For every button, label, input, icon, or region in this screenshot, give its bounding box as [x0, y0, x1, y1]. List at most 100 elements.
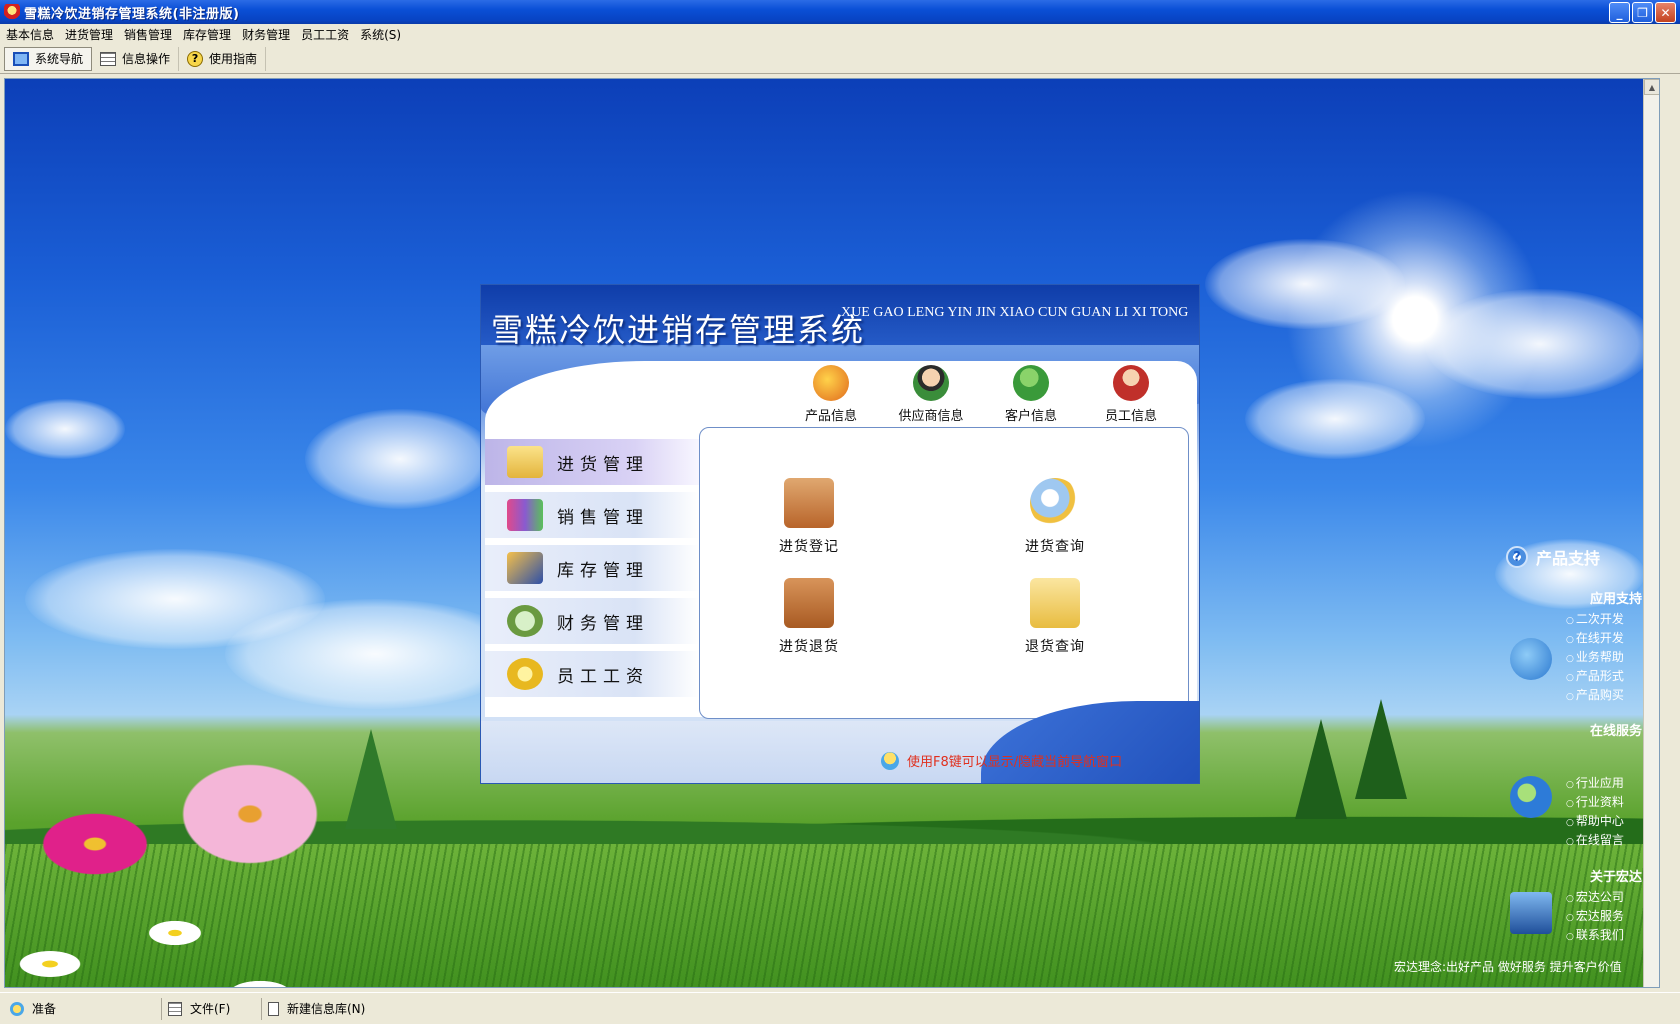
- cloud-decoration: [305, 409, 495, 509]
- flower-decoration: [15, 949, 85, 979]
- customer-info-icon: [1013, 365, 1049, 401]
- support-link[interactable]: 二次开发: [1566, 610, 1624, 629]
- support-link[interactable]: 行业应用: [1566, 774, 1624, 793]
- action-label: 进货退货: [779, 639, 839, 655]
- support-link[interactable]: 在线留言: [1566, 831, 1624, 850]
- section-title: 应用支持: [1589, 592, 1642, 607]
- support-tagline: 宏达理念:出好产品 做好服务 提升客户价值: [1394, 960, 1622, 974]
- cloud-decoration: [1205, 239, 1405, 329]
- menu-system[interactable]: 系统(S): [358, 26, 410, 43]
- restore-icon[interactable]: ❐: [1632, 2, 1653, 23]
- close-icon[interactable]: ✕: [1655, 2, 1676, 23]
- purchase-return-icon: [784, 578, 834, 628]
- support-title: 产品支持: [1536, 549, 1601, 568]
- status-new-db-button[interactable]: 新建信息库(N): [262, 998, 371, 1020]
- support-link[interactable]: 宏达服务: [1566, 907, 1624, 926]
- status-file-button[interactable]: 文件(F): [162, 997, 262, 1020]
- toolbar: 系统导航 信息操作 ? 使用指南: [0, 44, 1680, 74]
- section-title: 关于宏达: [1589, 870, 1642, 885]
- panel-footer: 使用F8键可以显示/隐藏当前导航窗口: [481, 701, 1199, 783]
- cloud-decoration: [1425, 289, 1655, 399]
- side-menu: 进货管理 销售管理 库存管理 财务管理 员工工资: [485, 439, 699, 704]
- side-menu-purchase[interactable]: 进货管理: [485, 439, 699, 485]
- lightbulb-icon: [881, 751, 899, 770]
- support-header: ? 产品支持: [1488, 544, 1654, 570]
- quick-link-employee-info[interactable]: 员工信息: [1081, 365, 1181, 425]
- support-link[interactable]: 业务帮助: [1566, 648, 1624, 667]
- toolbar-info-ops-button[interactable]: 信息操作: [92, 46, 180, 71]
- support-link[interactable]: 宏达公司: [1566, 888, 1624, 907]
- side-menu-finance[interactable]: 财务管理: [485, 598, 699, 644]
- menu-finance[interactable]: 财务管理: [240, 26, 299, 43]
- section-list: 行业应用 行业资料 帮助中心 在线留言: [1566, 774, 1624, 850]
- toolbar-system-nav-button[interactable]: 系统导航: [4, 46, 93, 71]
- menu-sales[interactable]: 销售管理: [122, 26, 181, 43]
- action-label: 进货登记: [779, 539, 839, 555]
- cloud-decoration: [1245, 379, 1425, 459]
- menu-basic-info[interactable]: 基本信息: [4, 26, 63, 43]
- employee-info-icon: [1113, 365, 1149, 401]
- status-bar: 准备 文件(F) 新建信息库(N): [0, 992, 1680, 1024]
- hint-text: 使用F8键可以显示/隐藏当前导航窗口: [907, 755, 1123, 770]
- section-list: 二次开发 在线开发 业务帮助 产品形式 产品购买: [1566, 610, 1624, 705]
- section-list: 宏达公司 宏达服务 联系我们: [1566, 888, 1624, 945]
- section-title: 在线服务: [1589, 724, 1642, 739]
- f8-hint: 使用F8键可以显示/隐藏当前导航窗口: [881, 751, 1122, 770]
- action-purchase-return[interactable]: 进货退货: [744, 578, 874, 656]
- quick-link-label: 员工信息: [1104, 409, 1157, 424]
- toolbar-user-guide-button[interactable]: ? 使用指南: [179, 46, 267, 71]
- status-new-db-label: 新建信息库(N): [287, 1002, 366, 1016]
- toolbar-label: 信息操作: [122, 52, 171, 66]
- quick-link-supplier-info[interactable]: 供应商信息: [881, 365, 981, 425]
- product-support: ? 产品支持 应用支持 二次开发 在线开发 业务帮助 产品形式 产品购买 在线服…: [1394, 544, 1654, 984]
- side-menu-salary[interactable]: 员工工资: [485, 651, 699, 697]
- support-link[interactable]: 联系我们: [1566, 926, 1624, 945]
- action-purchase-register[interactable]: 进货登记: [744, 478, 874, 556]
- salary-coins-icon: [507, 658, 543, 690]
- status-icon: [10, 1001, 24, 1016]
- scroll-up-icon[interactable]: ▲: [1644, 79, 1659, 95]
- tree-decoration: [1295, 719, 1347, 819]
- action-label: 进货查询: [1025, 539, 1085, 555]
- action-purchase-query[interactable]: 进货查询: [990, 478, 1120, 556]
- side-menu-inventory[interactable]: 库存管理: [485, 545, 699, 591]
- panel-subtitle: XUE GAO LENG YIN JIN XIAO CUN GUAN LI XI…: [841, 305, 1189, 320]
- support-section-about: 关于宏达 宏达公司 宏达服务 联系我们: [1488, 866, 1654, 942]
- quick-link-customer-info[interactable]: 客户信息: [981, 365, 1081, 425]
- window-controls: _ ❐ ✕: [1609, 2, 1676, 23]
- support-link[interactable]: 在线开发: [1566, 629, 1624, 648]
- purchase-folder-icon: [507, 446, 543, 478]
- menu-purchase[interactable]: 进货管理: [63, 26, 122, 43]
- file-icon: [168, 1001, 182, 1016]
- side-menu-sales[interactable]: 销售管理: [485, 492, 699, 538]
- support-link[interactable]: 帮助中心: [1566, 812, 1624, 831]
- toolbar-label: 系统导航: [35, 52, 84, 66]
- globe-icon: [1510, 776, 1552, 818]
- action-return-query[interactable]: 退货查询: [990, 578, 1120, 656]
- toolbar-label: 使用指南: [209, 52, 258, 66]
- quick-link-product-info[interactable]: 产品信息: [781, 365, 881, 425]
- support-link[interactable]: 行业资料: [1566, 793, 1624, 812]
- menu-inventory[interactable]: 库存管理: [181, 26, 240, 43]
- quick-link-label: 客户信息: [1004, 409, 1057, 424]
- return-arrow-icon: [1510, 638, 1552, 680]
- flower-decoration: [35, 809, 155, 879]
- navigation-panel: 雪糕冷饮进销存管理系统 XUE GAO LENG YIN JIN XIAO CU…: [480, 284, 1200, 784]
- menu-bar: 基本信息 进货管理 销售管理 库存管理 财务管理 员工工资 系统(S): [0, 24, 1680, 44]
- quick-link-label: 产品信息: [804, 409, 857, 424]
- support-link[interactable]: 产品购买: [1566, 686, 1624, 705]
- side-menu-label: 员工工资: [557, 666, 649, 687]
- support-link[interactable]: 产品形式: [1566, 667, 1624, 686]
- minimize-icon[interactable]: _: [1609, 2, 1630, 23]
- menu-salary[interactable]: 员工工资: [299, 26, 358, 43]
- side-menu-label: 财务管理: [557, 613, 649, 634]
- window-title: 雪糕冷饮进销存管理系统(非注册版): [24, 6, 240, 22]
- app-icon: [4, 4, 20, 20]
- navigation-icon: [13, 51, 29, 66]
- quick-link-label: 供应商信息: [898, 409, 964, 424]
- action-content-box: 进货登记 进货查询 进货退货 退货查询: [699, 427, 1189, 719]
- side-menu-label: 销售管理: [557, 507, 649, 528]
- action-label: 退货查询: [1025, 639, 1085, 655]
- grid-icon: [100, 51, 117, 66]
- new-document-icon: [268, 1001, 279, 1016]
